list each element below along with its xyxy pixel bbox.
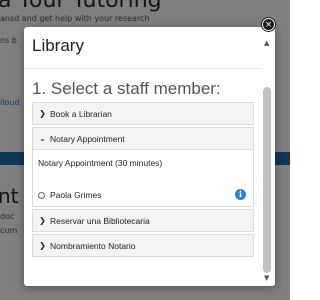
scroll-down-icon[interactable]: ▼ (264, 274, 269, 282)
chevron-down-icon: ⌄ (39, 134, 46, 143)
accordion-header[interactable]: ❯ Reservar una Bibliotecaria (33, 210, 253, 231)
scroll-thumb[interactable] (263, 87, 271, 273)
accordion-label: Book a Librarian (50, 108, 112, 119)
chevron-right-icon: ❯ (39, 109, 46, 118)
accordion-label: Notary Appointment (50, 133, 125, 144)
chevron-right-icon: ❯ (39, 216, 46, 225)
accordion-item-notary-appointment[interactable]: ⌄ Notary Appointment Notary Appointment … (32, 127, 254, 207)
accordion-header[interactable]: ❯ Book a Librarian (33, 103, 253, 124)
staff-option[interactable]: Paola Grimes i (38, 188, 248, 202)
step-heading: 1. Select a staff member: (32, 79, 221, 98)
scroll-up-icon[interactable]: ▲ (264, 39, 269, 47)
appointment-accordion: ❯ Book a Librarian ⌄ Notary Appointment … (32, 102, 254, 259)
accordion-item-reservar-bibliotecaria[interactable]: ❯ Reservar una Bibliotecaria (32, 209, 254, 232)
staff-radio[interactable] (38, 191, 45, 199)
accordion-item-nombramiento-notario[interactable]: ❯ Nombramiento Notario (32, 234, 254, 257)
close-button[interactable]: × (262, 18, 275, 31)
modal-title: Library (32, 36, 84, 55)
accordion-label: Nombramiento Notario (50, 240, 136, 251)
accordion-header[interactable]: ❯ Nombramiento Notario (33, 235, 253, 256)
modal-divider (24, 68, 275, 69)
accordion-header[interactable]: ⌄ Notary Appointment (33, 128, 253, 149)
library-modal: Library 1. Select a staff member: ❯ Book… (24, 27, 275, 286)
chevron-right-icon: ❯ (39, 241, 46, 250)
accordion-body: Notary Appointment (30 minutes) Paola Gr… (33, 149, 253, 206)
info-icon[interactable]: i (235, 189, 246, 200)
accordion-label: Reservar una Bibliotecaria (50, 215, 150, 226)
close-icon: × (264, 20, 273, 30)
modal-scrollbar[interactable]: ▲ ▼ (260, 27, 275, 286)
staff-name[interactable]: Paola Grimes (50, 190, 102, 200)
appointment-type: Notary Appointment (30 minutes) (38, 158, 163, 168)
accordion-item-book-librarian[interactable]: ❯ Book a Librarian (32, 102, 254, 125)
